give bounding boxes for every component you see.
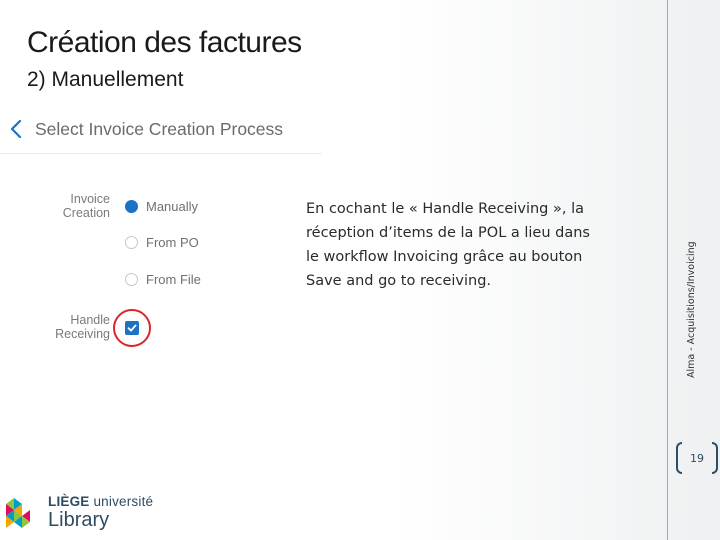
page-number: 19 <box>676 442 718 476</box>
slide-subtitle: 2) Manuellement <box>27 68 184 91</box>
logo-universite: université <box>89 494 154 509</box>
handle-receiving-label: Handle Receiving <box>55 313 110 341</box>
radio-option-manually[interactable]: Manually <box>125 199 198 214</box>
checkmark-icon <box>127 324 137 332</box>
slide-title: Création des factures <box>27 26 302 59</box>
uliege-library-logo: LIÈGE université Library <box>4 494 153 534</box>
logo-liege: LIÈGE <box>48 494 90 509</box>
radio-label: From PO <box>146 235 199 250</box>
sidebar-divider <box>667 0 668 540</box>
radio-checked-icon[interactable] <box>125 200 138 213</box>
bracket-left-icon <box>676 442 682 474</box>
process-header: Select Invoice Creation Process <box>8 118 283 140</box>
explanation-note: En cochant le « Handle Receiving », la r… <box>306 201 590 289</box>
invoice-process-screenshot: Select Invoice Creation Process Invoice … <box>0 112 322 352</box>
radio-unchecked-icon[interactable] <box>125 236 138 249</box>
bracket-right-icon <box>712 442 718 474</box>
logo-line1: LIÈGE université <box>48 494 153 509</box>
back-chevron-icon[interactable] <box>8 118 26 140</box>
radio-label: From File <box>146 272 201 287</box>
highlight-circle <box>113 309 151 347</box>
logo-line2: Library <box>48 509 110 531</box>
radio-unchecked-icon[interactable] <box>125 273 138 286</box>
radio-label: Manually <box>146 199 199 214</box>
process-title: Select Invoice Creation Process <box>35 118 284 139</box>
handle-receiving-checkbox[interactable] <box>125 321 139 335</box>
page-number-text: 19 <box>690 452 704 465</box>
invoice-creation-label: Invoice Creation <box>62 192 110 220</box>
uliege-logo-mark-icon <box>6 498 30 528</box>
header-divider <box>0 153 322 154</box>
radio-option-from-po[interactable]: From PO <box>125 235 199 250</box>
radio-option-from-file[interactable]: From File <box>125 272 201 287</box>
vertical-section-label: Alma - Acquisitions/Invoicing <box>686 241 697 378</box>
